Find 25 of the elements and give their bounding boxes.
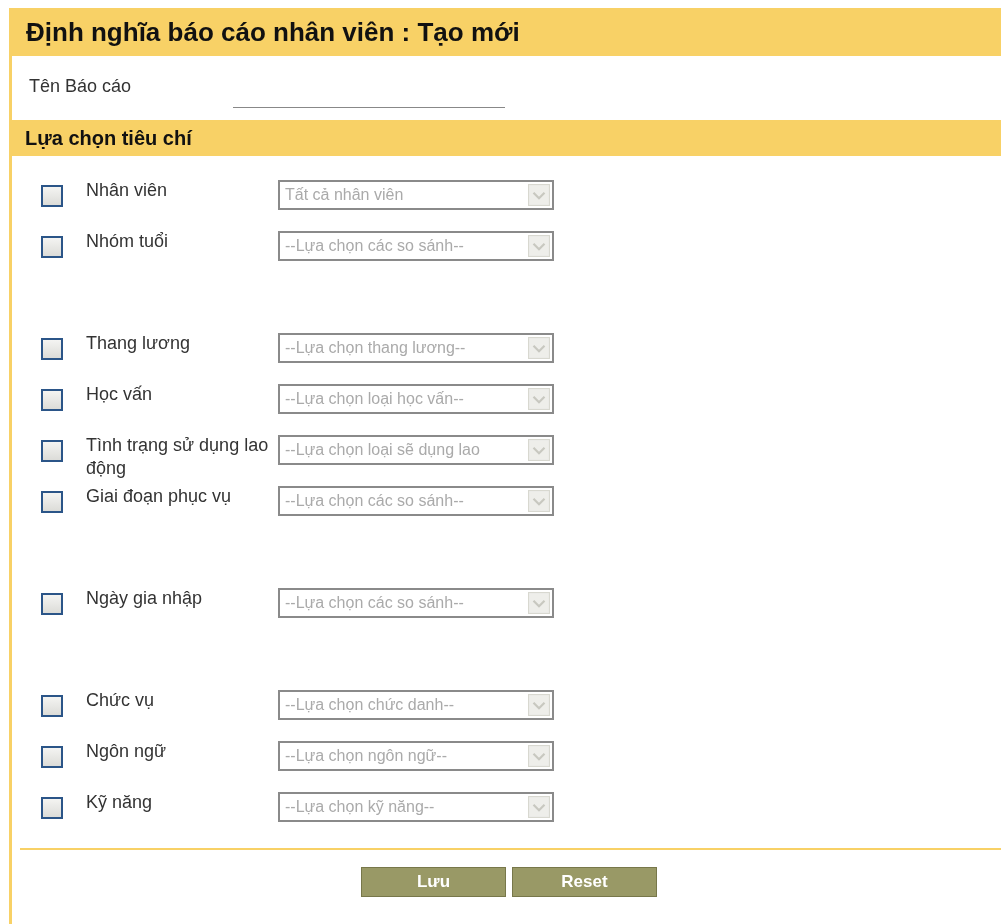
criterion-label: Giai đoạn phục vụ (86, 485, 233, 508)
criterion-label: Ngày gia nhập (86, 587, 204, 610)
criterion-label: Tình trạng sử dụng lao động (86, 434, 270, 480)
criterion-label: Kỹ năng (86, 791, 154, 814)
checkbox[interactable] (41, 236, 63, 258)
page-title: Định nghĩa báo cáo nhân viên : Tạo mới (26, 16, 520, 48)
save-button[interactable]: Lưu (361, 867, 506, 897)
checkbox[interactable] (41, 593, 63, 615)
report-name-label: Tên Báo cáo (29, 75, 133, 97)
criterion-label: Nhân viên (86, 179, 169, 202)
checkbox[interactable] (41, 746, 63, 768)
criterion-label: Học vấn (86, 383, 154, 406)
checkbox[interactable] (41, 440, 63, 462)
checkbox[interactable] (41, 185, 63, 207)
checkbox[interactable] (41, 797, 63, 819)
criterion-label: Thang lương (86, 332, 191, 355)
checkbox[interactable] (41, 389, 63, 411)
checkbox[interactable] (41, 491, 63, 513)
criterion-label: Nhóm tuổi (86, 230, 170, 253)
checkbox[interactable] (41, 338, 63, 360)
criterion-label: Chức vụ (86, 689, 156, 712)
criterion-label: Ngôn ngữ (86, 740, 168, 763)
checkbox[interactable] (41, 695, 63, 717)
reset-button[interactable]: Reset (512, 867, 657, 897)
section-title: Lựa chọn tiêu chí (25, 126, 192, 150)
